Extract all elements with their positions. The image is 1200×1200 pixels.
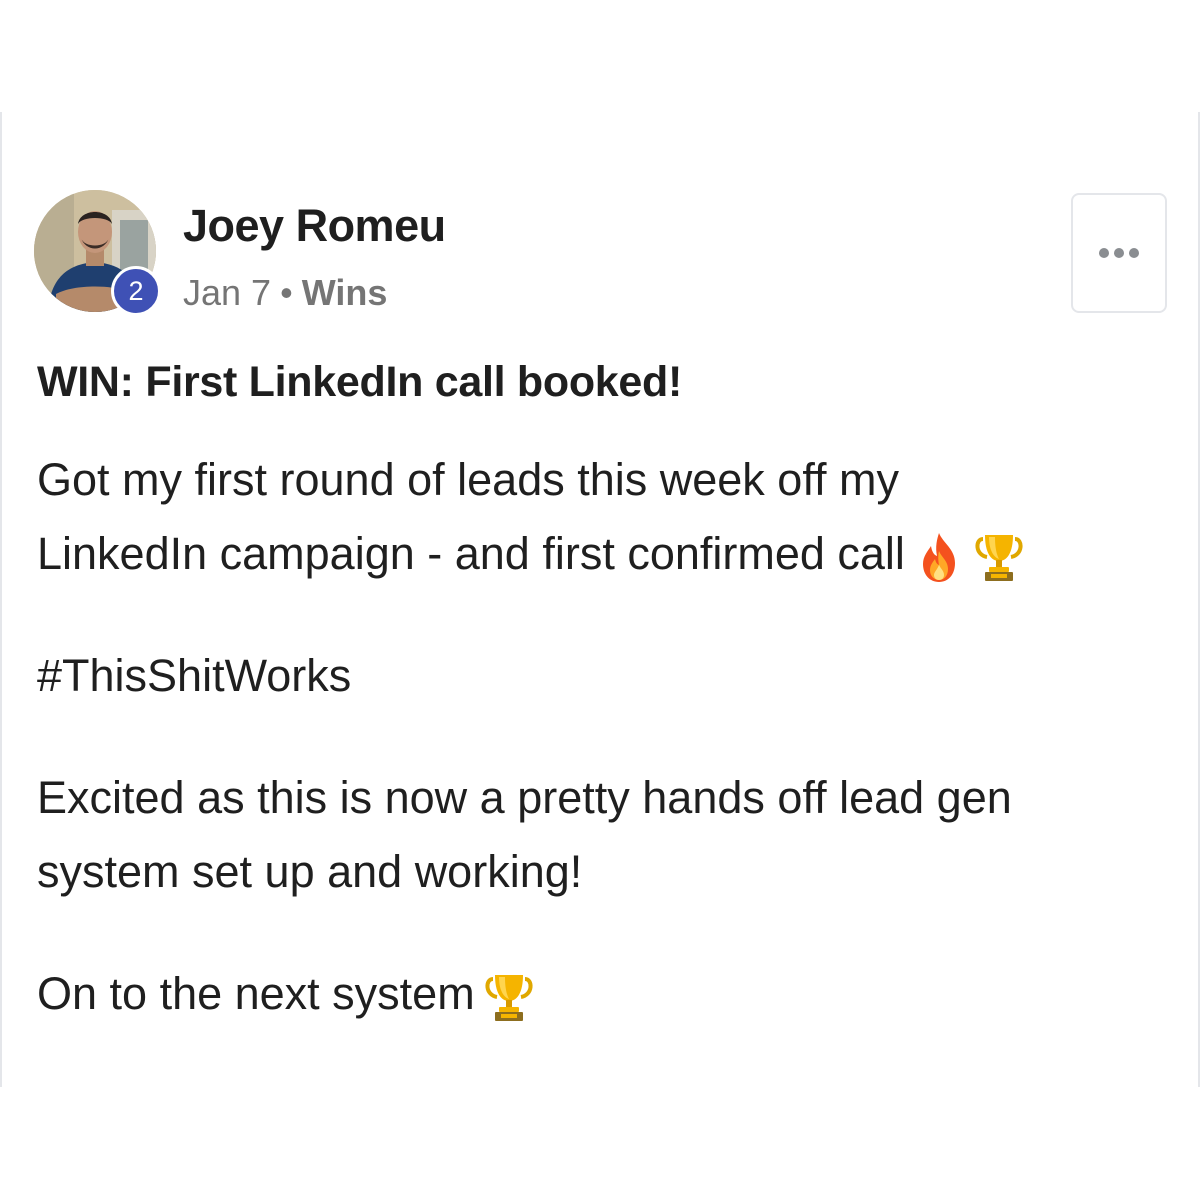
more-options-icon xyxy=(1099,248,1109,258)
more-options-icon-dot xyxy=(1114,248,1124,258)
post-body-text: On to the next system xyxy=(37,968,475,1019)
post-body-line: Excited as this is now a pretty hands of… xyxy=(37,772,1012,823)
post-body-line-with-emojis: LinkedIn campaign - and first confirmed … xyxy=(37,517,1025,591)
author-avatar[interactable]: 2 xyxy=(34,190,161,316)
post-meta: Jan 7 • Wins xyxy=(183,272,387,314)
author-name[interactable]: Joey Romeu xyxy=(183,200,446,252)
post-body-text: LinkedIn campaign - and first confirmed … xyxy=(37,528,905,579)
fire-emoji-icon xyxy=(913,529,965,585)
post-title: WIN: First LinkedIn call booked! xyxy=(37,358,682,406)
post-category[interactable]: Wins xyxy=(302,272,388,313)
level-badge: 2 xyxy=(111,266,161,316)
trophy-emoji-icon xyxy=(973,529,1025,585)
post-body-line-with-emojis: On to the next system xyxy=(37,957,535,1031)
more-options-icon-dot xyxy=(1129,248,1139,258)
post-date[interactable]: Jan 7 xyxy=(183,272,271,313)
post-body-line: system set up and working! xyxy=(37,846,583,897)
trophy-emoji-icon xyxy=(483,969,535,1025)
hashtag-link[interactable]: #ThisShitWorks xyxy=(37,639,351,713)
post-body-line: Got my first round of leads this week of… xyxy=(37,454,900,505)
post-card: 2 Joey Romeu Jan 7 • Wins WIN: First Linke… xyxy=(0,112,1200,1087)
more-options-button[interactable] xyxy=(1071,193,1167,313)
meta-separator: • xyxy=(280,272,293,313)
